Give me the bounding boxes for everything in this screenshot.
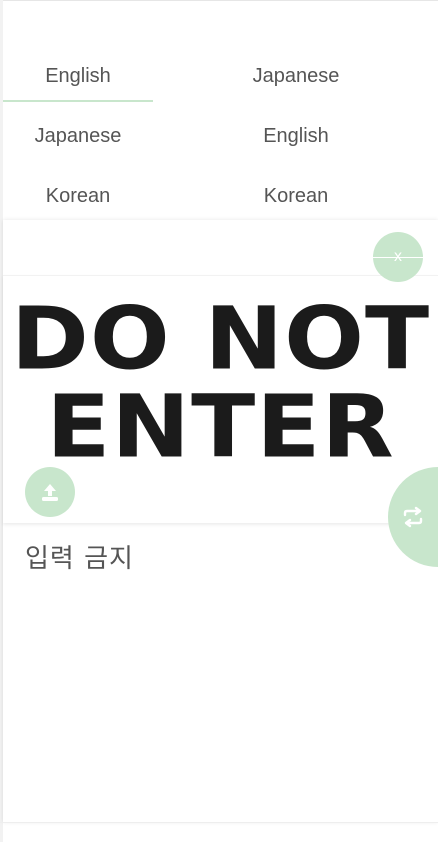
top-divider xyxy=(0,0,438,1)
target-language-list: Japanese English Korean xyxy=(221,48,371,228)
translation-card: DO NOT ENTER x 입력 금지 xyxy=(3,220,438,822)
sign-line-2: ENTER xyxy=(46,377,395,478)
source-language-japanese[interactable]: Japanese xyxy=(3,108,153,168)
close-icon-line xyxy=(373,257,423,258)
target-language-english[interactable]: English xyxy=(221,108,371,168)
upload-icon xyxy=(42,484,58,501)
remove-image-button[interactable]: x xyxy=(373,232,423,282)
target-language-japanese[interactable]: Japanese xyxy=(221,48,371,108)
target-language-korean[interactable]: Korean xyxy=(221,168,371,228)
swap-icon xyxy=(403,506,423,528)
source-language-english[interactable]: English xyxy=(3,48,153,108)
sign-line-1: DO NOT xyxy=(10,289,431,390)
upload-image-button[interactable] xyxy=(25,467,75,517)
translated-text: 입력 금지 xyxy=(25,544,134,574)
source-language-korean[interactable]: Korean xyxy=(3,168,153,228)
translator-page: English Japanese Korean Japanese English… xyxy=(0,0,438,842)
source-language-list: English Japanese Korean xyxy=(3,48,153,228)
bottom-divider xyxy=(0,822,438,823)
sign-image-text: DO NOT ENTER xyxy=(3,289,438,478)
